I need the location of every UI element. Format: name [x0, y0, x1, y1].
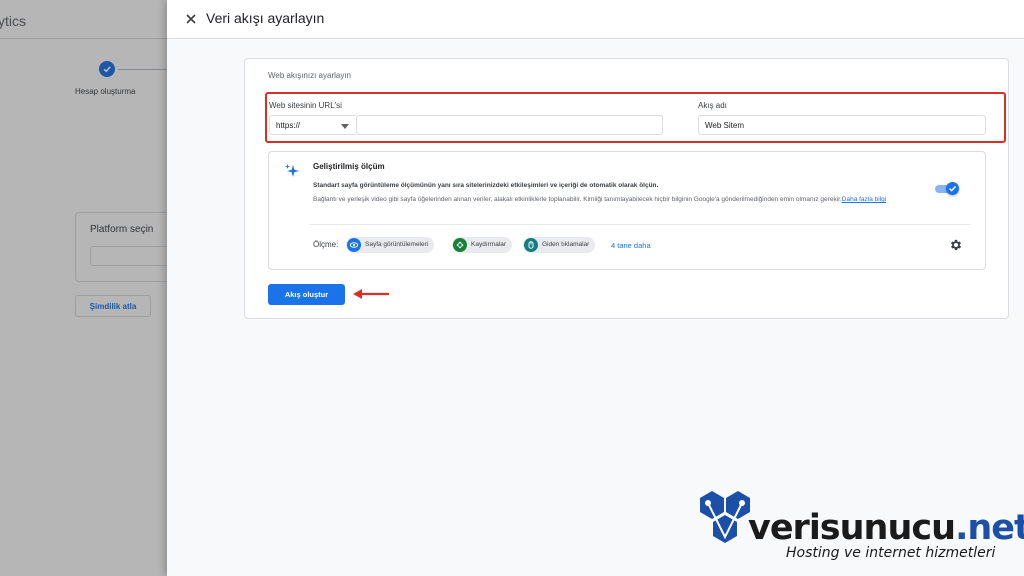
- chip-label: Kaydırmalar: [471, 241, 507, 248]
- click-icon: [524, 238, 538, 252]
- protocol-select[interactable]: https://: [269, 115, 356, 135]
- scroll-icon: [453, 238, 467, 252]
- enhanced-measurement-description: Bağlantı ve yerleşik video gibi sayfa öğ…: [313, 194, 913, 205]
- stream-name-input[interactable]: [698, 115, 986, 135]
- create-stream-button[interactable]: Akış oluştur: [268, 284, 345, 305]
- brand-main: verisunucu: [748, 508, 956, 548]
- chevron-down-icon: [341, 124, 349, 129]
- gear-icon[interactable]: [949, 238, 963, 252]
- url-input[interactable]: [356, 115, 663, 135]
- brand-tagline: Hosting ve internet hizmetleri: [786, 545, 996, 561]
- toggle-knob: [946, 182, 959, 195]
- check-icon: [949, 185, 957, 192]
- brand-name: verisunucu.net: [748, 510, 1024, 546]
- chip-outbound-clicks[interactable]: Giden tıklamalar: [523, 237, 596, 253]
- drawer-header: Veri akışı ayarlayın: [167, 0, 1024, 39]
- learn-more-link[interactable]: Daha fazla bilgi: [842, 196, 886, 203]
- chip-page-views[interactable]: Sayfa görüntülemeleri: [346, 237, 435, 253]
- close-icon[interactable]: [184, 12, 198, 26]
- metrics-label: Ölçme:: [313, 240, 339, 249]
- protocol-value: https://: [276, 121, 301, 130]
- enhanced-measurement-toggle[interactable]: [935, 182, 959, 195]
- description-text: Bağlantı ve yerleşik video gibi sayfa öğ…: [313, 196, 842, 203]
- card-title: Web akışınızı ayarlayın: [268, 71, 351, 80]
- drawer-title: Veri akışı ayarlayın: [206, 10, 325, 26]
- enhanced-measurement-title: Geliştirilmiş ölçüm: [313, 162, 385, 171]
- stream-name-label: Akış adı: [698, 101, 727, 110]
- web-stream-card: Web akışınızı ayarlayın Web sitesinin UR…: [244, 58, 1009, 319]
- chip-label: Giden tıklamalar: [542, 241, 590, 248]
- enhanced-measurement-description-bold: Standart sayfa görüntüleme ölçümünün yan…: [313, 182, 659, 189]
- eye-icon: [347, 238, 361, 252]
- chip-scrolls[interactable]: Kaydırmalar: [452, 237, 513, 253]
- more-metrics-link[interactable]: 4 tane daha: [611, 241, 651, 250]
- sparkle-icon: [285, 164, 299, 177]
- brand-tld: .net: [955, 508, 1024, 548]
- enhanced-measurement-card: Geliştirilmiş ölçüm Standart sayfa görün…: [268, 151, 986, 270]
- chip-label: Sayfa görüntülemeleri: [365, 241, 429, 248]
- url-label: Web sitesinin URL'si: [269, 101, 342, 110]
- brand-watermark: verisunucu.net Hosting ve internet hizme…: [698, 489, 1024, 569]
- divider: [309, 224, 971, 225]
- arrow-left-icon: [353, 289, 389, 299]
